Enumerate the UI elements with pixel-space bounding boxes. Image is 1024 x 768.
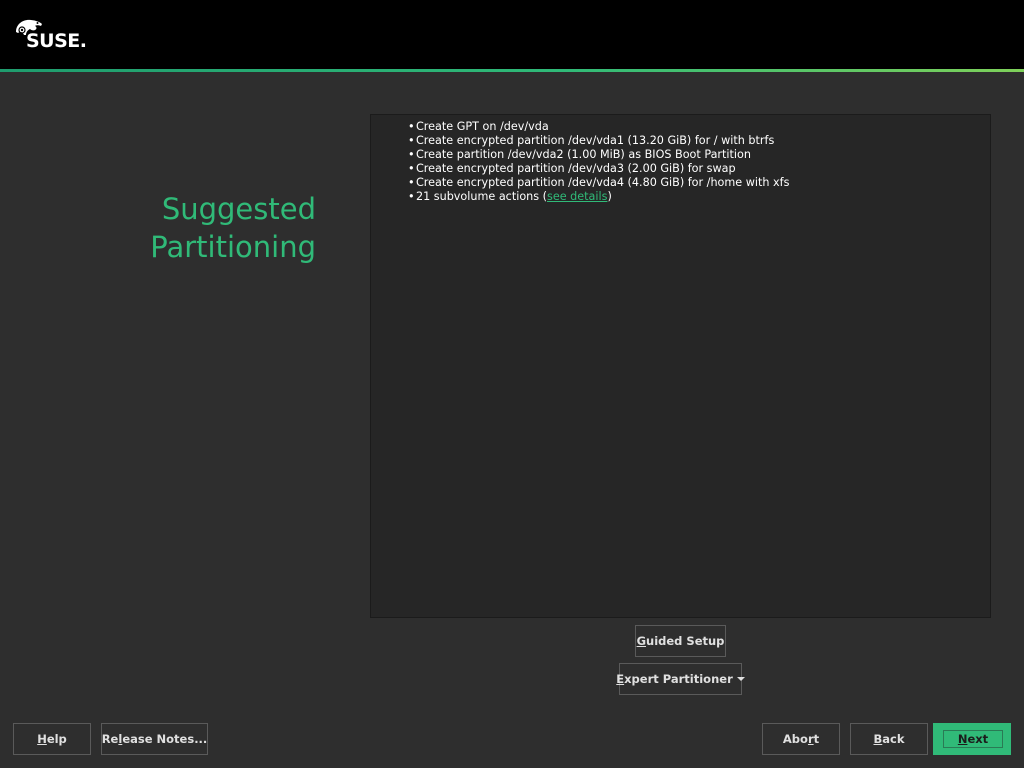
list-item-text: Create encrypted partition /dev/vda1 (13… bbox=[416, 134, 775, 147]
abort-button[interactable]: Abo r t bbox=[762, 723, 840, 755]
list-item: •Create encrypted partition /dev/vda1 (1… bbox=[408, 134, 789, 148]
expert-partitioner-button[interactable]: Expert Partitioner bbox=[616, 663, 745, 695]
header-accent-line bbox=[0, 69, 1024, 72]
partition-action-list: •Create GPT on /dev/vda •Create encrypte… bbox=[408, 120, 789, 204]
bullet: • bbox=[408, 190, 415, 203]
bullet: • bbox=[408, 148, 415, 161]
button-label: uided Setup bbox=[646, 634, 725, 648]
page-title-line1: Suggested bbox=[161, 192, 316, 226]
list-item-subvolumes: •21 subvolume actions (see details) bbox=[408, 190, 789, 204]
focus-ring: Next bbox=[943, 730, 1003, 748]
subvolume-suffix: ) bbox=[607, 190, 612, 203]
suse-logo: SUSE. bbox=[14, 18, 88, 54]
button-label: ext bbox=[967, 732, 989, 746]
button-label: xpert Partitioner bbox=[624, 672, 733, 686]
button-label: Abo bbox=[782, 732, 808, 746]
button-label: ack bbox=[882, 732, 905, 746]
see-details-link[interactable]: see details bbox=[547, 190, 607, 203]
page-title-line2: Partitioning bbox=[150, 230, 316, 264]
header-bar: SUSE. bbox=[0, 0, 1024, 69]
bullet: • bbox=[408, 162, 415, 175]
button-label: Re bbox=[101, 732, 119, 746]
logo-text: SUSE. bbox=[26, 30, 87, 52]
bullet: • bbox=[408, 134, 415, 147]
mnemonic: E bbox=[616, 672, 625, 686]
bullet: • bbox=[408, 120, 415, 133]
list-item: •Create partition /dev/vda2 (1.00 MiB) a… bbox=[408, 148, 789, 162]
partition-summary-panel: •Create GPT on /dev/vda •Create encrypte… bbox=[370, 114, 991, 618]
mnemonic: G bbox=[636, 634, 647, 648]
list-item-text: Create encrypted partition /dev/vda3 (2.… bbox=[416, 162, 736, 175]
help-button[interactable]: Help bbox=[13, 723, 91, 755]
next-button[interactable]: Next bbox=[933, 723, 1011, 755]
release-notes-button[interactable]: Re l ease Notes... bbox=[101, 723, 208, 755]
list-item: •Create encrypted partition /dev/vda3 (2… bbox=[408, 162, 789, 176]
list-item-text: Create partition /dev/vda2 (1.00 MiB) as… bbox=[416, 148, 751, 161]
mnemonic: N bbox=[957, 732, 968, 746]
back-button[interactable]: Back bbox=[850, 723, 928, 755]
list-item: •Create GPT on /dev/vda bbox=[408, 120, 789, 134]
guided-setup-button[interactable]: Guided Setup bbox=[635, 625, 726, 657]
list-item: •Create encrypted partition /dev/vda4 (4… bbox=[408, 176, 789, 190]
button-label: elp bbox=[46, 732, 67, 746]
list-item-text: Create encrypted partition /dev/vda4 (4.… bbox=[416, 176, 790, 189]
dropdown-caret-icon bbox=[736, 677, 745, 681]
bullet: • bbox=[408, 176, 415, 189]
list-item-text: Create GPT on /dev/vda bbox=[416, 120, 549, 133]
button-label: t bbox=[813, 732, 820, 746]
mnemonic: B bbox=[873, 732, 883, 746]
subvolume-text: 21 subvolume actions ( bbox=[416, 190, 547, 203]
page-title: Suggested Partitioning bbox=[40, 190, 316, 266]
mnemonic: H bbox=[37, 732, 47, 746]
button-label: ease Notes... bbox=[122, 732, 208, 746]
